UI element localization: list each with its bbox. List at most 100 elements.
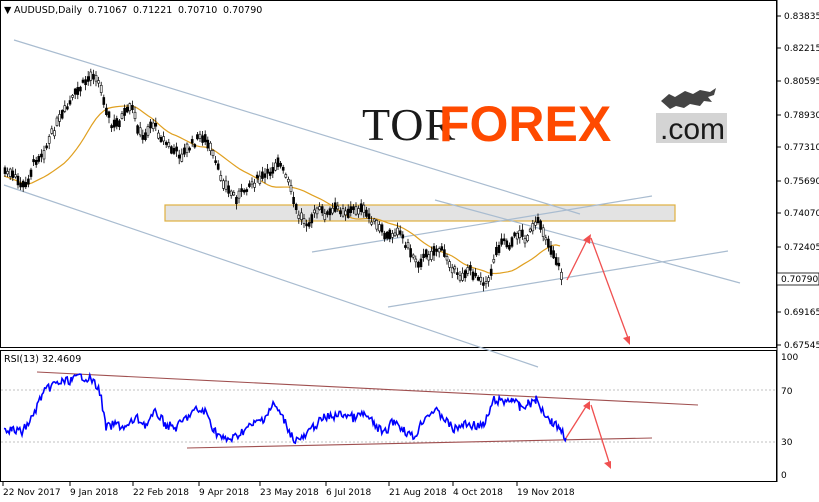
candle-body — [489, 268, 493, 276]
candle-body — [263, 173, 267, 178]
candle-body — [539, 220, 542, 230]
candle-body — [474, 272, 477, 277]
candle-body — [94, 74, 98, 82]
candle-body — [24, 182, 28, 188]
candle-body — [534, 221, 537, 226]
candle-body — [63, 105, 67, 112]
candle-body — [276, 157, 280, 168]
candle-body — [170, 146, 173, 154]
candle-body — [417, 261, 420, 268]
candle-body — [99, 85, 103, 93]
symbol-collapse-icon[interactable]: ▼ — [4, 5, 12, 16]
candle-body — [445, 256, 449, 261]
candle-body — [320, 206, 324, 214]
candle-body — [157, 132, 160, 139]
candle-body — [401, 234, 405, 239]
candle-body — [40, 153, 43, 158]
rsi-tick-70: 70 — [781, 387, 793, 397]
candle-body — [528, 228, 532, 232]
price-tick-label: 0.74070 — [784, 209, 819, 219]
candle-body — [456, 272, 459, 275]
candle-body — [482, 282, 485, 286]
candle-body — [172, 147, 176, 154]
rsi-label: RSI(13) 32.4609 — [4, 354, 81, 365]
candle-body — [515, 232, 519, 240]
logo-forex-text: FOREX — [439, 96, 611, 152]
candle-body — [180, 153, 184, 162]
candle-body — [102, 97, 106, 105]
price-tick-label: 0.69165 — [784, 308, 819, 318]
candle-body — [37, 156, 41, 162]
candle-body — [146, 126, 150, 136]
candle-body — [125, 106, 129, 113]
candle-body — [219, 175, 223, 181]
candle-body — [549, 245, 553, 255]
candle-body — [86, 76, 90, 82]
candle-body — [240, 188, 243, 192]
candle-body — [536, 217, 540, 224]
candle-body — [227, 185, 230, 194]
candle-body — [81, 79, 85, 83]
candle-body — [289, 185, 293, 192]
candle-body — [385, 231, 389, 239]
candle-body — [60, 110, 64, 119]
candle-body — [19, 182, 22, 188]
price-axis: 0.83835 0.82215 0.80595 0.78930 0.77310 0.756… — [777, 12, 819, 351]
candle-body — [154, 122, 158, 127]
candle-body — [419, 258, 423, 268]
candle-body — [185, 143, 189, 154]
candle-body — [133, 111, 137, 119]
rsi-tick-100: 100 — [781, 353, 798, 363]
candle-body — [453, 266, 457, 270]
candle-body — [245, 189, 249, 192]
rsi-pane[interactable] — [0, 350, 777, 482]
candle-body — [339, 210, 342, 215]
candle-body — [198, 133, 202, 139]
candle-body — [3, 167, 7, 174]
candle-body — [367, 213, 371, 219]
candle-body — [518, 230, 522, 239]
price-tick-label: 0.78930 — [784, 111, 819, 121]
resistance-zone — [164, 204, 676, 222]
candle-body — [167, 142, 171, 147]
candle-body — [469, 265, 472, 271]
candle-body — [331, 207, 334, 214]
candle-body — [505, 240, 509, 248]
price-pane[interactable] — [0, 0, 777, 348]
candle-body — [336, 205, 340, 210]
candle-body — [508, 244, 511, 250]
candle-body — [183, 147, 186, 155]
time-tick-label: 9 Apr 2018 — [199, 488, 249, 498]
candle-body — [112, 119, 116, 128]
candle-body — [141, 134, 145, 140]
candle-body — [120, 113, 124, 119]
candle-body — [115, 118, 119, 127]
candle-body — [55, 117, 59, 126]
candle-body — [201, 135, 204, 143]
candle-body — [235, 197, 238, 205]
candle-body — [71, 95, 74, 98]
candle-body — [476, 276, 480, 281]
candle-body — [443, 249, 446, 257]
candle-body — [541, 227, 545, 237]
candle-body — [206, 139, 210, 149]
time-tick-label: 23 May 2018 — [260, 488, 319, 498]
candle-body — [84, 79, 87, 86]
time-axis: 22 Nov 2017 9 Jan 2018 22 Feb 2018 9 Apr 20… — [2, 482, 575, 498]
candle-body — [393, 232, 397, 237]
candle-body — [27, 178, 30, 185]
price-tick-label: 0.75690 — [784, 177, 819, 187]
ohlc-high: 0.71221 — [133, 5, 172, 16]
candle-body — [427, 254, 431, 261]
time-tick-label: 9 Jan 2018 — [70, 488, 118, 498]
candle-body — [492, 259, 496, 263]
candle-body — [388, 229, 392, 240]
candle-body — [149, 121, 152, 129]
candle-body — [458, 275, 462, 281]
candle-body — [14, 174, 17, 178]
candle-body — [216, 163, 220, 170]
candle-body — [341, 208, 345, 217]
candle-body — [448, 261, 451, 268]
candle-body — [326, 211, 329, 215]
rsi-tick-30: 30 — [781, 438, 793, 448]
